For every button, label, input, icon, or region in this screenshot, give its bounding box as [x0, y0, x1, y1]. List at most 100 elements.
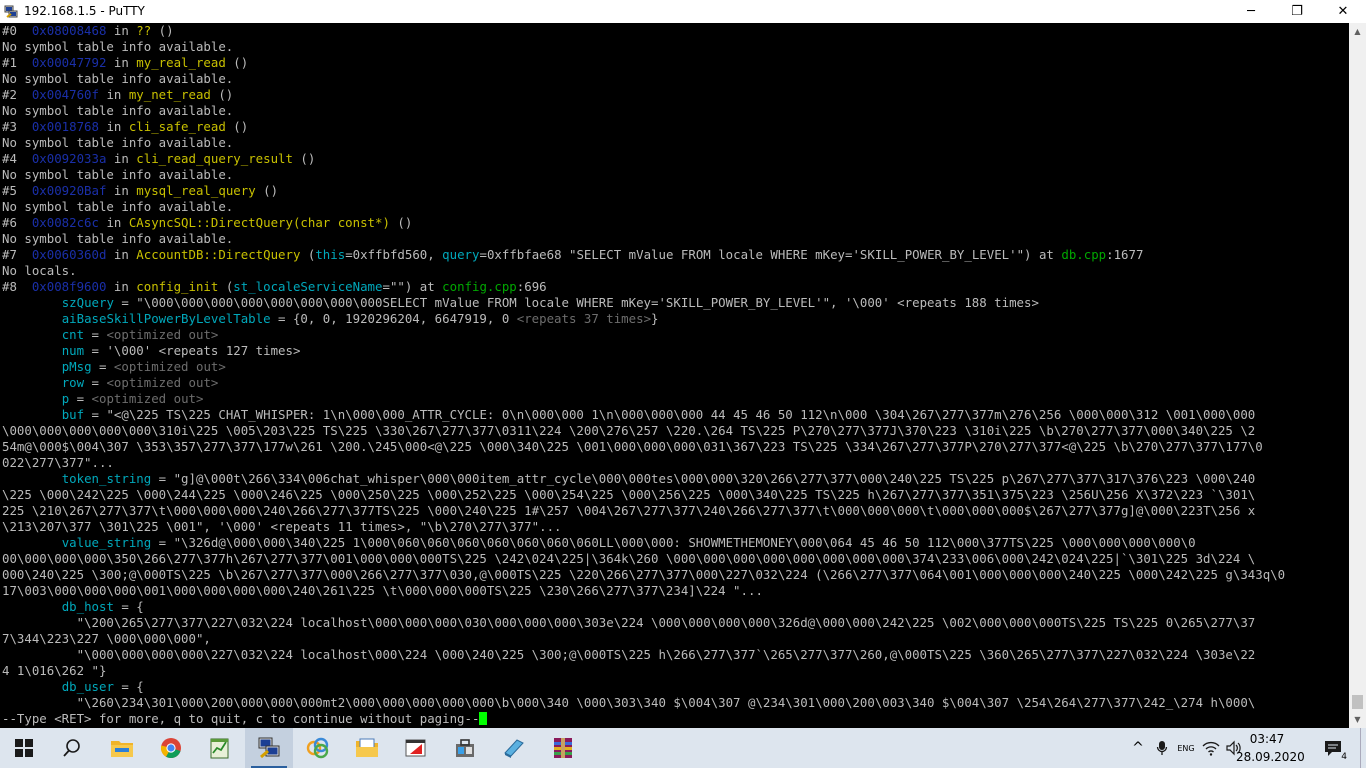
- taskbar: ^ ENG 03:47 28.09.2020 4: [0, 728, 1366, 768]
- terminal-text-segment: this: [315, 247, 346, 262]
- chevron-up-icon: ^: [1132, 740, 1144, 756]
- terminal-text-segment: "\000\000\000\000\227\032\224 localhost\…: [2, 647, 1256, 662]
- terminal-line: "\260\234\301\000\200\000\000\000mt2\000…: [2, 695, 1285, 711]
- terminal-text-segment: pMsg: [61, 359, 92, 374]
- terminal-text-segment: szQuery: [61, 295, 114, 310]
- terminal-text-segment: =: [84, 327, 107, 342]
- terminal-text-segment: =: [91, 359, 114, 374]
- terminal-text-segment: :1677: [1106, 247, 1144, 262]
- terminal-text-segment: \213\207\377 \301\225 \001", '\000' <rep…: [2, 519, 562, 534]
- terminal-line: szQuery = "\000\000\000\000\000\000\000\…: [2, 295, 1285, 311]
- terminal-text-segment: =: [84, 375, 107, 390]
- terminal-text-segment: = "\326d@\000\000\340\225 1\000\060\060\…: [151, 535, 1196, 550]
- action-center-button[interactable]: 4: [1316, 728, 1350, 768]
- terminal-text-segment: #0: [2, 23, 32, 38]
- terminal-line: #8 0x008f9600 in config_init (st_localeS…: [2, 279, 1285, 295]
- terminal-text-segment: token_string: [61, 471, 152, 486]
- terminal-text-segment: 0x0060360d: [31, 247, 107, 262]
- terminal-line: No symbol table info available.: [2, 167, 1285, 183]
- taskbar-network-app[interactable]: [294, 728, 342, 768]
- terminal-text-segment: buf: [61, 407, 85, 422]
- terminal-line: num = '\000' <repeats 127 times>: [2, 343, 1285, 359]
- terminal-line: #0 0x08008468 in ?? (): [2, 23, 1285, 39]
- taskbar-notes-chart-app[interactable]: [196, 728, 244, 768]
- terminal-text-segment: "\260\234\301\000\200\000\000\000mt2\000…: [2, 695, 1256, 710]
- taskbar-notes-app[interactable]: [490, 728, 538, 768]
- terminal-line: value_string = "\326d@\000\000\340\225 1…: [2, 535, 1285, 551]
- taskbar-app-manager[interactable]: [441, 728, 489, 768]
- terminal-text-segment: my_net_read: [128, 87, 211, 102]
- taskbar-file-explorer[interactable]: [98, 728, 146, 768]
- terminal-line: buf = "<@\225 TS\225 CHAT_WHISPER: 1\n\0…: [2, 407, 1285, 423]
- terminal-text-segment: CAsyncSQL::DirectQuery(char const*): [128, 215, 390, 230]
- terminal-text-segment: AccountDB::DirectQuery: [136, 247, 301, 262]
- show-hidden-icons-button[interactable]: ^: [1128, 728, 1148, 768]
- notification-count-badge: 4: [1340, 752, 1348, 762]
- terminal-text-segment: config.cpp: [442, 279, 517, 294]
- vertical-scrollbar[interactable]: ▲ ▼: [1349, 23, 1366, 728]
- terminal-line: "\200\265\277\377\227\032\224 localhost\…: [2, 615, 1285, 631]
- arrow-down-icon: ▼: [1354, 715, 1361, 724]
- show-desktop-button[interactable]: [1360, 728, 1366, 768]
- taskbar-chrome[interactable]: [147, 728, 195, 768]
- maximize-button[interactable]: ❐: [1274, 0, 1320, 23]
- language-tray-button[interactable]: ENG: [1175, 728, 1197, 768]
- terminal-line: #4 0x0092033a in cli_read_query_result (…: [2, 151, 1285, 167]
- terminal-text-segment: 0x00920Baf: [31, 183, 107, 198]
- terminal-text-segment: #6: [2, 215, 32, 230]
- blue-page-icon: [504, 739, 524, 758]
- terminal-text-segment: cli_safe_read: [128, 119, 226, 134]
- terminal-text-segment: aiBaseSkillPowerByLevelTable: [61, 311, 271, 326]
- terminal-text-segment: 00\000\000\000\350\266\277\377h\267\277\…: [2, 551, 1256, 566]
- terminal-text-segment: in: [106, 183, 137, 198]
- microphone-tray-button[interactable]: [1152, 728, 1172, 768]
- scroll-up-button[interactable]: ▲: [1349, 23, 1366, 40]
- terminal-text-segment: num: [61, 343, 85, 358]
- wifi-icon: [1202, 741, 1220, 756]
- terminal-line: \000\000\000\000\000\310i\225 \005\203\2…: [2, 423, 1285, 439]
- terminal-text-segment: (): [255, 183, 279, 198]
- taskbar-image-viewer[interactable]: [343, 728, 391, 768]
- search-button[interactable]: [48, 728, 96, 768]
- taskbar-clock[interactable]: 03:47 28.09.2020: [1236, 730, 1305, 766]
- terminal-line: #6 0x0082c6c in CAsyncSQL::DirectQuery(c…: [2, 215, 1285, 231]
- clock-time: 03:47: [1249, 732, 1285, 746]
- start-button[interactable]: [0, 728, 48, 768]
- restore-icon: ❐: [1291, 4, 1303, 19]
- terminal-text-segment: db_host: [61, 599, 114, 614]
- terminal-text-segment: my_real_read: [136, 55, 226, 70]
- close-icon: ✕: [1337, 4, 1349, 19]
- close-button[interactable]: ✕: [1320, 0, 1366, 23]
- taskbar-winrar[interactable]: [539, 728, 587, 768]
- terminal-text-segment: No symbol table info available.: [2, 167, 234, 182]
- terminal-line: #5 0x00920Baf in mysql_real_query (): [2, 183, 1285, 199]
- terminal-text-segment: No symbol table info available.: [2, 135, 234, 150]
- rings-icon: [306, 737, 329, 759]
- terminal-text-segment: 0x008f9600: [31, 279, 107, 294]
- terminal-text-segment: #2: [2, 87, 32, 102]
- terminal-text-segment: = "<@\225 TS\225 CHAT_WHISPER: 1\n\000\0…: [84, 407, 1256, 422]
- taskbar-navicat[interactable]: [392, 728, 440, 768]
- terminal-line: row = <optimized out>: [2, 375, 1285, 391]
- folder-photo-icon: [356, 738, 378, 757]
- scroll-down-button[interactable]: ▼: [1349, 711, 1366, 728]
- terminal-text-segment: = {: [113, 679, 144, 694]
- taskbar-putty[interactable]: [245, 728, 293, 768]
- minimize-button[interactable]: ─: [1228, 0, 1274, 23]
- network-tray-button[interactable]: [1200, 728, 1222, 768]
- scrollbar-thumb[interactable]: [1352, 695, 1363, 709]
- toolbox-icon: [456, 739, 474, 757]
- red-window-icon: [405, 739, 426, 757]
- putty-icon[interactable]: [4, 4, 18, 18]
- terminal-text-segment: #4: [2, 151, 32, 166]
- title-bar[interactable]: 192.168.1.5 - PuTTY ─ ❐ ✕: [0, 0, 1366, 23]
- terminal-text-segment: config_init: [136, 279, 219, 294]
- terminal-area[interactable]: #0 0x08008468 in ?? () No symbol table in…: [0, 23, 1349, 728]
- terminal-text-segment: (: [300, 247, 316, 262]
- terminal-text-segment: mysql_real_query: [136, 183, 256, 198]
- windows-logo-icon: [15, 739, 33, 757]
- terminal-text-segment: (): [225, 119, 249, 134]
